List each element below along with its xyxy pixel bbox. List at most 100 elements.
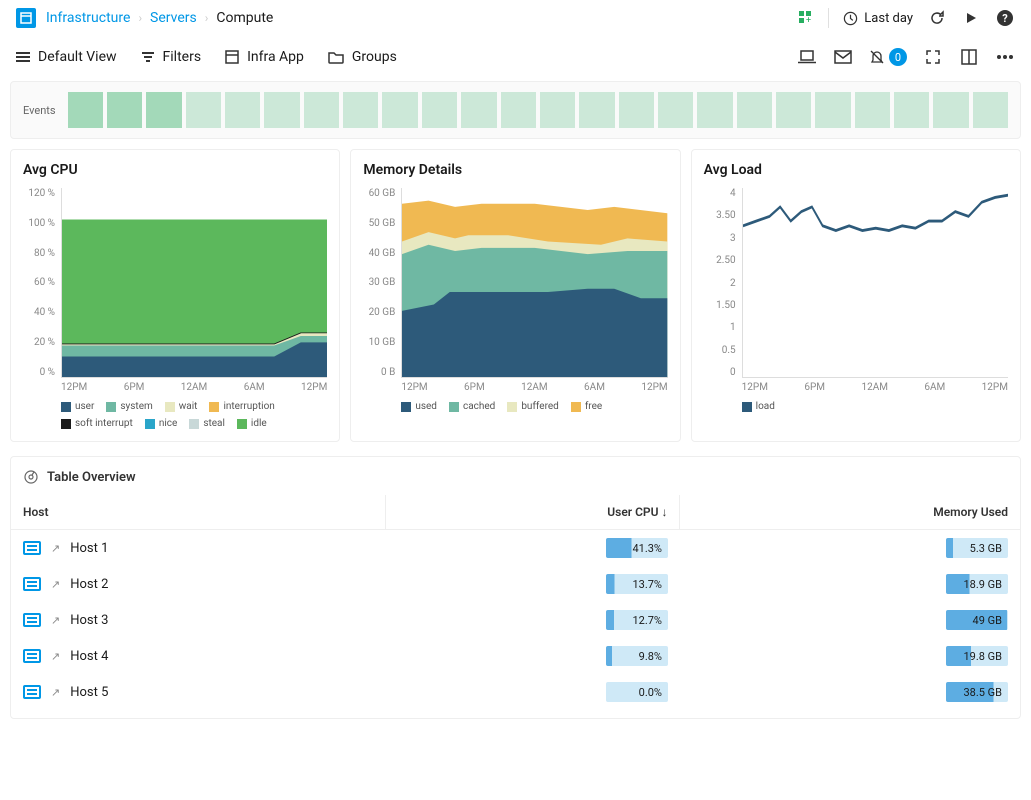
legend-item[interactable]: cached <box>449 401 495 412</box>
event-block[interactable] <box>540 92 575 128</box>
events-label: Events <box>23 104 56 117</box>
external-link-icon[interactable]: ↗ <box>51 542 60 555</box>
legend-label: free <box>585 401 602 412</box>
folder-icon <box>328 50 344 64</box>
legend-item[interactable]: user <box>61 401 94 412</box>
col-mem-used[interactable]: Memory Used <box>680 495 1020 530</box>
event-block[interactable] <box>225 92 260 128</box>
app-logo-icon[interactable] <box>16 8 36 28</box>
mail-icon[interactable] <box>833 47 853 67</box>
chart-avg-load[interactable]: Avg Load 4 3.50 3 2.50 2 1.50 1 0.5 0 12… <box>691 149 1021 442</box>
help-icon[interactable]: ? <box>995 8 1015 28</box>
fullscreen-icon[interactable] <box>923 47 943 67</box>
table-row[interactable]: ↗Host 141.3%5.3 GB <box>11 530 1020 567</box>
infra-app-button[interactable]: Infra App <box>225 49 304 65</box>
breadcrumb-root[interactable]: Infrastructure <box>46 10 130 26</box>
more-icon[interactable] <box>995 47 1015 67</box>
event-block[interactable] <box>855 92 890 128</box>
event-block[interactable] <box>501 92 536 128</box>
legend-item[interactable]: wait <box>165 401 198 412</box>
legend-item[interactable]: load <box>742 401 775 412</box>
event-block[interactable] <box>304 92 339 128</box>
external-link-icon[interactable]: ↗ <box>51 686 60 699</box>
split-panel-icon[interactable] <box>959 47 979 67</box>
y-axis: 120 % 100 % 80 % 60 % 40 % 20 % 0 % <box>23 188 61 378</box>
default-view-button[interactable]: Default View <box>16 49 117 65</box>
legend-swatch <box>401 402 411 412</box>
external-link-icon[interactable]: ↗ <box>51 650 60 663</box>
legend-item[interactable]: buffered <box>507 401 559 412</box>
legend-label: soft interrupt <box>75 418 133 429</box>
event-block[interactable] <box>973 92 1008 128</box>
col-user-cpu[interactable]: User CPU ↓ <box>386 495 680 530</box>
event-block[interactable] <box>382 92 417 128</box>
event-block[interactable] <box>697 92 732 128</box>
event-block[interactable] <box>146 92 181 128</box>
event-block[interactable] <box>579 92 614 128</box>
table-row[interactable]: ↗Host 312.7%49 GB <box>11 602 1020 638</box>
event-block[interactable] <box>68 92 103 128</box>
event-block[interactable] <box>933 92 968 128</box>
events-blocks[interactable] <box>68 92 1008 128</box>
legend-swatch <box>145 419 155 429</box>
table-row[interactable]: ↗Host 50.0%38.5 GB <box>11 674 1020 710</box>
event-block[interactable] <box>107 92 142 128</box>
refresh-icon[interactable] <box>927 8 947 28</box>
groups-label: Groups <box>352 49 397 65</box>
col-host[interactable]: Host <box>11 495 386 530</box>
legend-item[interactable]: used <box>401 401 437 412</box>
alerts-button[interactable]: 0 <box>869 48 907 66</box>
groups-button[interactable]: Groups <box>328 49 397 65</box>
event-block[interactable] <box>737 92 772 128</box>
time-range-label: Last day <box>864 11 913 26</box>
host-name: Host 5 <box>70 685 108 700</box>
default-view-label: Default View <box>38 49 117 65</box>
cpu-bar: 41.3% <box>606 538 668 558</box>
table-row[interactable]: ↗Host 49.8%19.8 GB <box>11 638 1020 674</box>
legend-item[interactable]: free <box>571 401 602 412</box>
legend-label: load <box>756 401 775 412</box>
legend-item[interactable]: soft interrupt <box>61 418 133 429</box>
time-range-selector[interactable]: Last day <box>843 11 913 26</box>
legend-label: nice <box>159 418 178 429</box>
legend-item[interactable]: interruption <box>209 401 274 412</box>
breadcrumb-servers[interactable]: Servers <box>150 10 197 26</box>
table-row[interactable]: ↗Host 213.7%18.9 GB <box>11 566 1020 602</box>
event-block[interactable] <box>422 92 457 128</box>
legend-item[interactable]: idle <box>237 418 267 429</box>
server-icon <box>23 649 41 663</box>
legend-label: cached <box>463 401 495 412</box>
event-block[interactable] <box>815 92 850 128</box>
app-icon <box>225 50 239 64</box>
legend-item[interactable]: nice <box>145 418 178 429</box>
add-dashboard-icon[interactable]: + <box>798 10 814 26</box>
chart-memory[interactable]: Memory Details 60 GB 50 GB 40 GB 30 GB 2… <box>350 149 680 442</box>
mem-bar: 19.8 GB <box>946 646 1008 666</box>
filters-button[interactable]: Filters <box>141 49 202 65</box>
chart-title: Memory Details <box>363 162 667 178</box>
laptop-icon[interactable] <box>797 47 817 67</box>
event-block[interactable] <box>776 92 811 128</box>
legend-label: user <box>75 401 94 412</box>
legend-swatch <box>165 402 175 412</box>
events-timeline: Events <box>10 81 1021 139</box>
event-block[interactable] <box>619 92 654 128</box>
mem-bar: 38.5 GB <box>946 682 1008 702</box>
plot-area <box>742 188 1008 378</box>
event-block[interactable] <box>264 92 299 128</box>
event-block[interactable] <box>461 92 496 128</box>
external-link-icon[interactable]: ↗ <box>51 578 60 591</box>
filter-icon <box>141 51 155 63</box>
event-block[interactable] <box>186 92 221 128</box>
breadcrumb: Infrastructure › Servers › Compute <box>46 10 273 26</box>
chart-avg-cpu[interactable]: Avg CPU 120 % 100 % 80 % 60 % 40 % 20 % … <box>10 149 340 442</box>
legend-item[interactable]: steal <box>189 418 225 429</box>
external-link-icon[interactable]: ↗ <box>51 614 60 627</box>
legend-item[interactable]: system <box>106 401 152 412</box>
plot-area <box>401 188 667 378</box>
event-block[interactable] <box>658 92 693 128</box>
event-block[interactable] <box>343 92 378 128</box>
legend: user system wait interruption soft interrupt… <box>61 401 327 429</box>
play-icon[interactable] <box>961 8 981 28</box>
event-block[interactable] <box>894 92 929 128</box>
